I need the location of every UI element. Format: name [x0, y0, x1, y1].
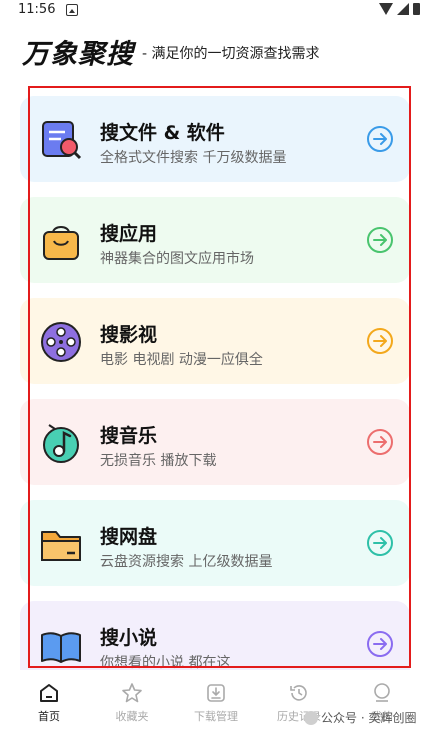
music-note-icon	[43, 424, 79, 463]
tab-label: 收藏夹	[115, 710, 149, 723]
user-icon	[374, 683, 390, 702]
tab-favorites[interactable]: 收藏夹	[102, 682, 162, 724]
card-title: 搜音乐	[100, 425, 158, 447]
bottom-tab-bar: 首页 收藏夹 下载管理 历史记录 我的	[0, 672, 432, 736]
watermark: 公众号 · 奕辉创圈	[304, 709, 416, 726]
app-header: 万象聚搜 - 满足你的一切资源查找需求	[22, 33, 320, 70]
card-search-music[interactable]: 搜音乐 无损音乐 播放下载	[20, 399, 410, 485]
status-time: 11:56	[18, 2, 56, 17]
card-subtitle: 无损音乐 播放下载	[100, 453, 217, 469]
card-search-cloud-disk[interactable]: 搜网盘 云盘资源搜索 上亿级数据量	[20, 500, 410, 586]
film-reel-icon	[41, 322, 81, 362]
card-subtitle: 云盘资源搜索 上亿级数据量	[100, 554, 273, 570]
arrow-right-circle-icon[interactable]	[366, 226, 394, 254]
card-subtitle: 全格式文件搜索 千万级数据量	[100, 150, 287, 166]
home-icon	[40, 684, 58, 702]
signal-icon	[397, 3, 409, 15]
file-search-icon	[42, 121, 82, 160]
tab-label: 首页	[38, 710, 60, 723]
arrow-right-circle-icon[interactable]	[366, 327, 394, 355]
download-icon	[207, 684, 225, 702]
book-icon	[41, 632, 81, 663]
battery-icon	[413, 3, 420, 15]
card-subtitle: 电影 电视剧 动漫一应俱全	[100, 352, 263, 368]
card-title: 搜文件 & 软件	[100, 122, 225, 144]
tab-label: 下载管理	[194, 710, 238, 723]
arrow-right-circle-icon[interactable]	[366, 630, 394, 658]
arrow-right-circle-icon[interactable]	[366, 529, 394, 557]
arrow-right-circle-icon[interactable]	[366, 428, 394, 456]
card-title: 搜网盘	[100, 526, 158, 548]
tab-downloads[interactable]: 下载管理	[186, 682, 246, 724]
shopping-bag-icon	[43, 226, 79, 260]
card-subtitle: 神器集合的图文应用市场	[100, 251, 254, 267]
star-icon	[122, 683, 142, 703]
card-title: 搜影视	[100, 324, 158, 346]
history-icon	[290, 685, 307, 701]
card-title: 搜应用	[100, 223, 158, 245]
card-title: 搜小说	[100, 627, 158, 649]
card-search-video[interactable]: 搜影视 电影 电视剧 动漫一应俱全	[20, 298, 410, 384]
status-bar: 11:56	[0, 0, 432, 24]
notification-icon	[66, 4, 78, 16]
wifi-icon	[379, 3, 393, 15]
arrow-right-circle-icon[interactable]	[366, 125, 394, 153]
watermark-text: 公众号 · 奕辉创圈	[321, 711, 417, 725]
card-search-files[interactable]: 搜文件 & 软件 全格式文件搜索 千万级数据量	[20, 96, 410, 182]
category-list: 搜文件 & 软件 全格式文件搜索 千万级数据量 搜应用 神器集合的图文应用市场	[20, 96, 412, 670]
status-icons	[379, 3, 420, 15]
card-subtitle: 你想看的小说 都在这	[100, 655, 231, 670]
card-search-apps[interactable]: 搜应用 神器集合的图文应用市场	[20, 197, 410, 283]
card-search-novels[interactable]: 搜小说 你想看的小说 都在这	[20, 601, 410, 670]
app-slogan: - 满足你的一切资源查找需求	[142, 46, 320, 62]
tab-home[interactable]: 首页	[19, 682, 79, 724]
folder-icon	[41, 531, 81, 561]
app-logo: 万象聚搜	[22, 38, 134, 70]
wechat-icon	[304, 710, 318, 725]
